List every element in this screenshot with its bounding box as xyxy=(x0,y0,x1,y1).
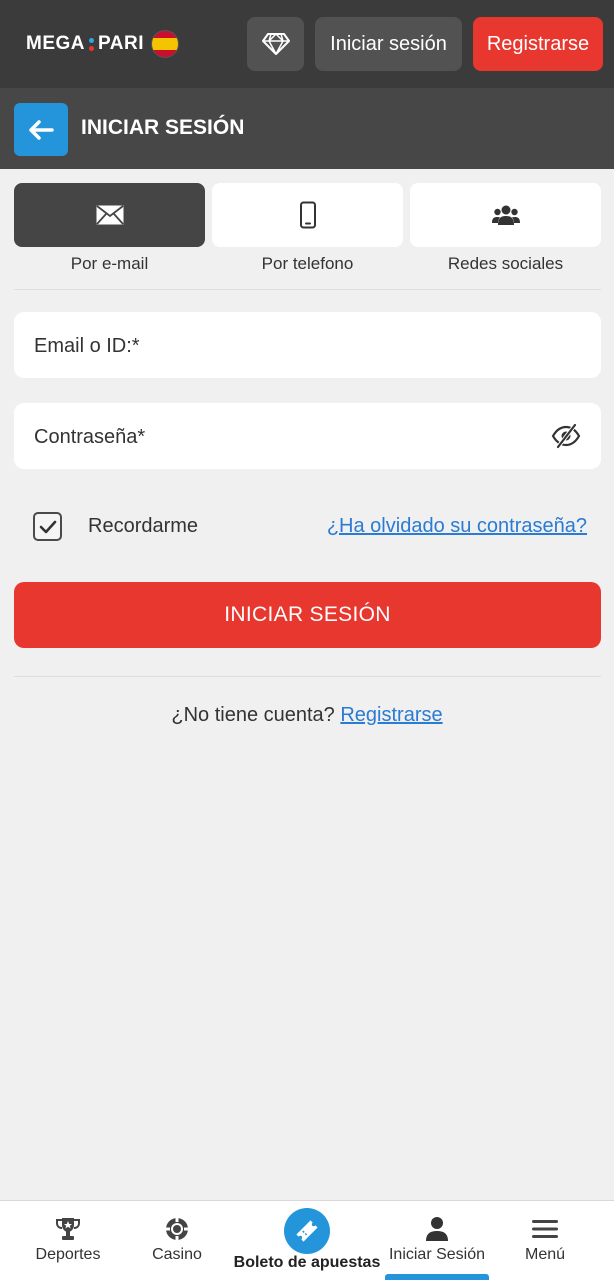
diamond-icon xyxy=(261,33,290,55)
email-field-label: Email o ID:* xyxy=(34,335,140,357)
remember-label[interactable]: Recordarme xyxy=(88,515,198,538)
password-field-label: Contraseña* xyxy=(34,426,146,448)
envelope-icon xyxy=(95,205,124,225)
header-login-button[interactable]: Iniciar sesión xyxy=(315,17,462,71)
hamburger-icon xyxy=(532,1220,558,1238)
tab-social-label[interactable]: Redes sociales xyxy=(410,254,601,274)
logo-text-pari: PARI xyxy=(98,33,144,54)
password-field[interactable]: Contraseña* xyxy=(14,403,601,469)
page-title-bar: INICIAR SESIÓN xyxy=(0,88,614,169)
casino-chip-icon xyxy=(166,1218,188,1240)
logo-dots xyxy=(89,37,94,51)
back-button[interactable] xyxy=(14,103,68,156)
nav-active-indicator xyxy=(385,1274,489,1280)
top-header: MEGA PARI Iniciar sesión Registrarse xyxy=(0,0,614,88)
forgot-password-link[interactable]: ¿Ha olvidado su contraseña? xyxy=(327,515,587,538)
eye-off-icon[interactable] xyxy=(551,423,581,449)
trophy-icon xyxy=(56,1218,80,1240)
checkmark-icon xyxy=(39,520,56,533)
logo-text-mega: MEGA xyxy=(26,33,85,54)
megapari-logo[interactable]: MEGA PARI xyxy=(26,30,179,58)
users-icon xyxy=(491,205,520,225)
bet-slip-button[interactable] xyxy=(284,1208,330,1254)
no-account-label: ¿No tiene cuenta? xyxy=(171,704,335,726)
divider xyxy=(14,289,601,290)
divider xyxy=(14,676,601,677)
login-submit-button[interactable]: INICIAR SESIÓN xyxy=(14,582,601,648)
remember-checkbox[interactable] xyxy=(33,512,62,541)
arrow-left-icon xyxy=(29,119,54,140)
spain-flag-icon[interactable] xyxy=(150,30,179,58)
ticket-icon xyxy=(296,1220,318,1242)
register-link[interactable]: Registrarse xyxy=(340,704,442,726)
email-field[interactable]: Email o ID:* xyxy=(14,312,601,378)
tab-email-label[interactable]: Por e-mail xyxy=(14,254,205,274)
vip-diamond-button[interactable] xyxy=(247,17,304,71)
user-icon xyxy=(426,1217,448,1241)
nav-label-boleto[interactable]: Boleto de apuestas xyxy=(0,1254,614,1272)
tab-social[interactable] xyxy=(410,183,601,247)
page-title: INICIAR SESIÓN xyxy=(81,116,245,139)
tab-email[interactable] xyxy=(14,183,205,247)
header-register-button[interactable]: Registrarse xyxy=(473,17,603,71)
phone-icon xyxy=(299,201,316,229)
no-account-text: ¿No tiene cuenta? Registrarse xyxy=(0,704,614,727)
tab-phone[interactable] xyxy=(212,183,403,247)
tab-phone-label[interactable]: Por telefono xyxy=(212,254,403,274)
